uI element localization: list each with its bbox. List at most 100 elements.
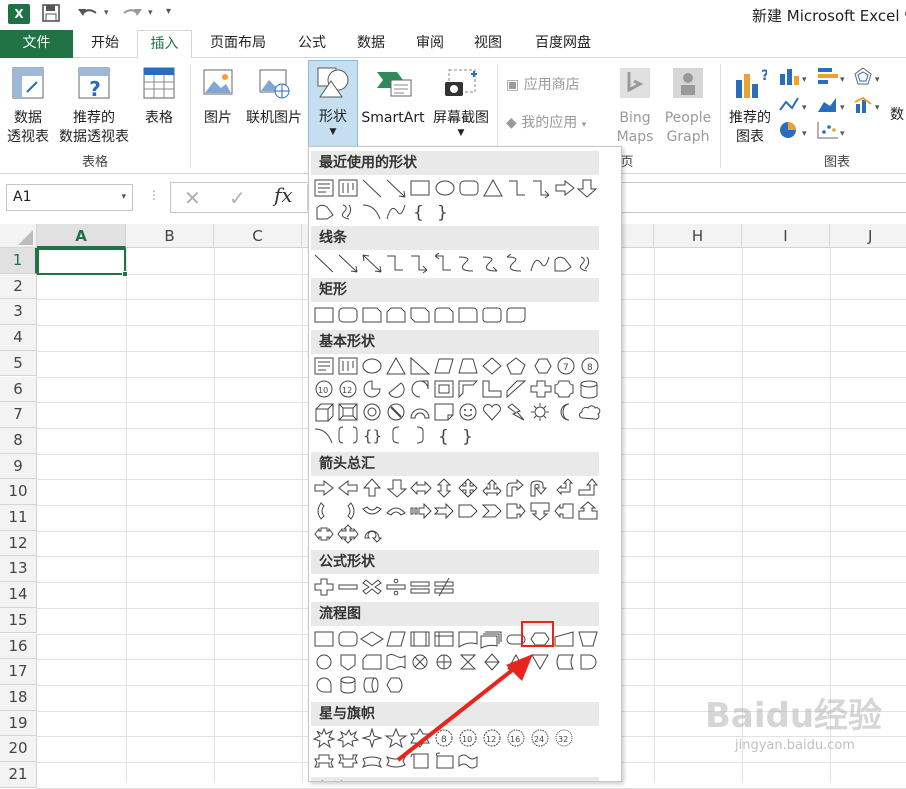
shape-pentagon bbox=[506, 357, 526, 375]
shapes-button[interactable]: 形状 ▼ bbox=[308, 60, 358, 148]
row-header-19[interactable]: 19 bbox=[0, 710, 37, 737]
redo-dropdown-icon[interactable]: ▾ bbox=[148, 8, 153, 18]
row-header-15[interactable]: 15 bbox=[0, 607, 37, 634]
column-chart-button[interactable]: ▾ bbox=[776, 66, 812, 92]
recommended-pivot-button[interactable]: ? 推荐的 数据透视表 bbox=[55, 66, 133, 147]
shape-up-arrow-callout bbox=[578, 501, 598, 520]
row-header-21[interactable]: 21 bbox=[0, 762, 37, 788]
tab-data[interactable]: 数据 bbox=[347, 30, 395, 58]
area-chart-button[interactable]: ▾ bbox=[814, 94, 850, 120]
shape-left-arrow-callout bbox=[554, 503, 574, 519]
tab-review[interactable]: 审阅 bbox=[406, 30, 454, 58]
shape-left-right-up-arrow bbox=[482, 479, 502, 497]
tab-view[interactable]: 视图 bbox=[464, 30, 512, 58]
shape-pie bbox=[363, 380, 381, 398]
name-box-dropdown-icon[interactable]: ▾ bbox=[121, 185, 126, 210]
shape-snip-diagonal bbox=[410, 307, 430, 323]
column-header-b[interactable]: B bbox=[126, 224, 214, 248]
fill-handle[interactable] bbox=[122, 271, 128, 277]
bar-chart-button[interactable]: ▾ bbox=[814, 66, 850, 92]
row-header-1[interactable]: 1 bbox=[0, 248, 37, 274]
column-header-i[interactable]: I bbox=[742, 224, 830, 248]
undo-dropdown-icon[interactable]: ▾ bbox=[104, 8, 109, 18]
tab-home[interactable]: 开始 bbox=[80, 30, 130, 58]
column-header-a[interactable]: A bbox=[37, 224, 126, 248]
row-header-2[interactable]: 2 bbox=[0, 273, 37, 300]
enter-icon[interactable]: ✓ bbox=[229, 186, 246, 210]
block-arrows-row-3 bbox=[313, 524, 603, 546]
row-header-20[interactable]: 20 bbox=[0, 736, 37, 762]
row-header-6[interactable]: 6 bbox=[0, 376, 37, 403]
shape-scribble bbox=[341, 204, 352, 220]
row-header-12[interactable]: 12 bbox=[0, 530, 37, 557]
rec-chart-label-2: 图表 bbox=[736, 129, 764, 145]
store-button[interactable]: ▣ 应用商店 bbox=[506, 76, 598, 95]
shape-curved-connector bbox=[458, 256, 474, 272]
shape-flowchart-stored-data bbox=[556, 654, 574, 670]
insert-function-button[interactable]: fx bbox=[274, 183, 293, 207]
column-header-g[interactable] bbox=[622, 224, 654, 248]
screenshot-button[interactable]: 屏幕截图 ▼ bbox=[429, 66, 493, 138]
svg-text:10: 10 bbox=[318, 386, 328, 395]
tab-file[interactable]: 文件 bbox=[0, 30, 73, 58]
shape-curved-right-arrow bbox=[317, 502, 325, 520]
column-header-h[interactable]: H bbox=[654, 224, 742, 248]
selected-cell-a1[interactable] bbox=[37, 248, 128, 277]
row-header-17[interactable]: 17 bbox=[0, 659, 37, 685]
svg-text:?: ? bbox=[89, 77, 101, 100]
bing-label-1: Bing bbox=[619, 110, 651, 126]
smartart-button[interactable]: SmartArt bbox=[359, 66, 427, 128]
shape-arc bbox=[314, 428, 333, 444]
online-picture-button[interactable]: 联机图片 bbox=[243, 66, 305, 128]
undo-icon[interactable] bbox=[76, 4, 100, 26]
tab-formulas[interactable]: 公式 bbox=[288, 30, 336, 58]
column-header-c[interactable]: C bbox=[214, 224, 302, 248]
cancel-icon[interactable]: ✕ bbox=[184, 186, 201, 210]
shape-elbow-arrow-connector bbox=[411, 255, 428, 274]
radar-chart-button[interactable]: ▾ bbox=[852, 66, 886, 92]
name-box[interactable]: A1 ▾ bbox=[6, 184, 133, 211]
row-header-9[interactable]: 9 bbox=[0, 453, 37, 480]
pivot-table-button[interactable]: 数据 透视表 bbox=[4, 66, 52, 147]
row-header-10[interactable]: 10 bbox=[0, 479, 37, 505]
customize-quick-access-icon[interactable]: ▾ bbox=[166, 6, 171, 17]
bing-maps-button[interactable]: Bing Maps bbox=[612, 66, 658, 147]
save-icon[interactable] bbox=[42, 4, 60, 26]
shape-horizontal-scroll bbox=[435, 752, 454, 769]
pivot-chart-partial-label[interactable]: 数 bbox=[888, 106, 906, 125]
tab-page-layout[interactable]: 页面布局 bbox=[200, 30, 276, 58]
tab-insert[interactable]: 插入 bbox=[137, 30, 192, 59]
line-chart-button[interactable]: ▾ bbox=[776, 94, 812, 120]
shapes-label: 形状 bbox=[319, 109, 347, 125]
online-picture-label: 联机图片 bbox=[246, 110, 302, 126]
table-button[interactable]: 表格 bbox=[138, 66, 180, 128]
row-header-13[interactable]: 13 bbox=[0, 556, 37, 583]
row-header-7[interactable]: 7 bbox=[0, 402, 37, 428]
select-all-corner[interactable] bbox=[0, 224, 37, 248]
recommended-charts-icon: ? bbox=[726, 66, 774, 106]
row-header-18[interactable]: 18 bbox=[0, 684, 37, 711]
row-header-11[interactable]: 11 bbox=[0, 505, 37, 531]
scatter-chart-button[interactable]: ▾ bbox=[814, 120, 850, 146]
combo-chart-button[interactable]: ▾ bbox=[852, 94, 886, 120]
row-header-8[interactable]: 8 bbox=[0, 427, 37, 454]
recommended-charts-button[interactable]: ? 推荐的 图表 bbox=[726, 66, 774, 147]
row-header-4[interactable]: 4 bbox=[0, 325, 37, 351]
column-header-j[interactable]: J bbox=[830, 224, 906, 248]
picture-button[interactable]: 图片 bbox=[198, 66, 238, 128]
my-apps-icon: ◆ bbox=[506, 115, 517, 131]
people-graph-button[interactable]: People Graph bbox=[660, 66, 716, 147]
row-header-14[interactable]: 14 bbox=[0, 582, 37, 608]
row-header-3[interactable]: 3 bbox=[0, 299, 37, 326]
svg-text:7: 7 bbox=[563, 363, 569, 373]
highlight-flowchart-preparation bbox=[521, 621, 554, 647]
pie-chart-button[interactable]: ▾ bbox=[776, 120, 812, 146]
my-apps-button[interactable]: ◆ 我的应用 ▾ bbox=[506, 114, 610, 135]
svg-text:▾: ▾ bbox=[875, 103, 880, 113]
shape-bevel bbox=[338, 403, 358, 421]
people-label-1: People bbox=[664, 110, 712, 126]
tab-baidu-netdisk[interactable]: 百度网盘 bbox=[524, 30, 602, 58]
row-header-16[interactable]: 16 bbox=[0, 633, 37, 660]
row-header-5[interactable]: 5 bbox=[0, 350, 37, 377]
redo-icon[interactable] bbox=[120, 4, 144, 26]
